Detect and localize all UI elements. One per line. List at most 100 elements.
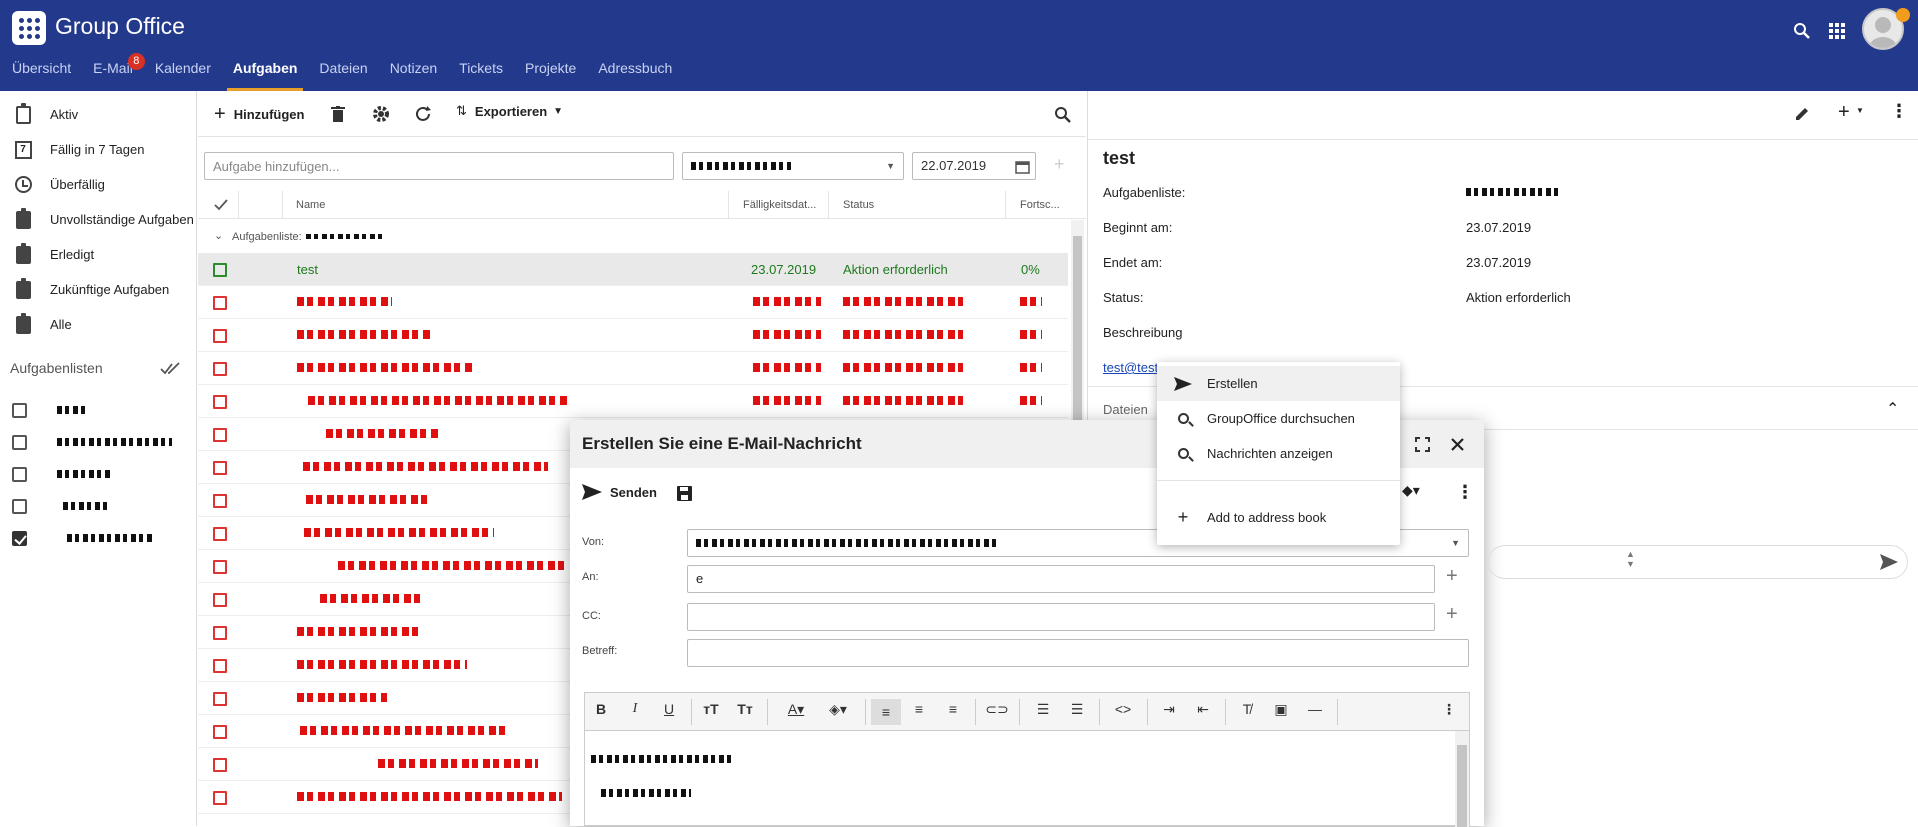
task-list-item[interactable] (12, 527, 155, 549)
attach-icon[interactable]: ◆▾ (1402, 482, 1420, 499)
bullet-list-icon[interactable]: ☰ (1065, 701, 1089, 718)
task-complete-checkbox[interactable] (213, 296, 227, 310)
task-row-selected[interactable]: test 23.07.2019 Aktion erforderlich 0% (198, 253, 1068, 286)
comment-input[interactable] (1488, 545, 1908, 579)
task-complete-checkbox[interactable] (213, 461, 227, 475)
chevron-down-icon[interactable]: ▼ (1856, 106, 1864, 115)
close-icon[interactable] (1450, 437, 1465, 452)
task-row[interactable] (198, 319, 1068, 352)
check-all-icon[interactable] (214, 199, 228, 211)
column-due[interactable]: Fälligkeitsdat... (743, 199, 816, 211)
align-right-icon[interactable]: ≡ (941, 701, 965, 717)
add-plus-icon[interactable]: + (1838, 101, 1850, 124)
menu-item-search-groupoffice[interactable]: GroupOffice durchsuchen (1157, 401, 1400, 436)
align-left-icon[interactable]: ≡ (871, 699, 901, 725)
horizontal-rule-icon[interactable]: — (1303, 701, 1327, 717)
email-link[interactable]: test@test (1103, 360, 1158, 375)
edit-pencil-icon[interactable] (1794, 106, 1810, 122)
task-complete-checkbox[interactable] (213, 659, 227, 673)
filter-unvollstaendig[interactable]: Unvollständige Aufgaben (0, 202, 197, 237)
chevron-up-icon[interactable]: ⌃ (1886, 399, 1899, 419)
add-task-plus-icon[interactable]: + (1054, 154, 1065, 175)
more-vert-icon[interactable]: ⋮ (1456, 482, 1474, 503)
indent-icon[interactable]: ⇥ (1157, 701, 1181, 718)
task-complete-checkbox[interactable] (213, 395, 227, 409)
add-task-input[interactable] (204, 152, 674, 180)
tab-uebersicht[interactable]: Übersicht (12, 59, 71, 91)
task-list-item[interactable] (12, 431, 172, 453)
search-icon[interactable] (1793, 22, 1811, 40)
menu-item-create[interactable]: Erstellen (1157, 366, 1400, 401)
tab-email[interactable]: E-Mail 8 (93, 53, 145, 91)
list-checkbox[interactable] (12, 466, 27, 482)
list-checkbox[interactable] (12, 434, 27, 450)
add-task-button[interactable]: + Hinzufügen (214, 103, 304, 126)
calendar-icon[interactable] (1015, 159, 1030, 174)
underline-icon[interactable]: U (657, 701, 681, 717)
task-complete-checkbox[interactable] (213, 626, 227, 640)
task-row[interactable] (198, 286, 1068, 319)
task-complete-checkbox[interactable] (213, 791, 227, 805)
to-input[interactable]: e (687, 565, 1435, 593)
task-complete-checkbox[interactable] (213, 758, 227, 772)
tab-adressbuch[interactable]: Adressbuch (598, 59, 672, 91)
message-body-editor[interactable] (584, 730, 1470, 827)
text-color-icon[interactable]: A▾ (779, 701, 813, 718)
apps-grid-icon[interactable] (1828, 22, 1846, 40)
tab-kalender[interactable]: Kalender (155, 59, 211, 91)
filter-erledigt[interactable]: Erledigt (0, 237, 197, 272)
font-size-up-icon[interactable]: ᴛT (699, 701, 723, 717)
tab-projekte[interactable]: Projekte (525, 59, 576, 91)
more-vert-icon[interactable]: ⋮ (1890, 101, 1908, 122)
task-complete-checkbox[interactable] (213, 560, 227, 574)
filter-alle[interactable]: Alle (0, 307, 197, 342)
highlight-color-icon[interactable]: ◈▾ (821, 701, 855, 718)
save-icon[interactable] (677, 486, 692, 501)
group-header-row[interactable]: ⌄ Aufgabenliste: (198, 220, 1068, 253)
cc-input[interactable] (687, 603, 1435, 631)
add-cc-plus-icon[interactable]: + (1446, 603, 1458, 626)
filter-zukuenftig[interactable]: Zukünftige Aufgaben (0, 272, 197, 307)
send-comment-icon[interactable] (1880, 554, 1898, 570)
clear-format-icon[interactable]: T̸ (1235, 701, 1259, 717)
refresh-icon[interactable] (414, 105, 432, 123)
tab-aufgaben[interactable]: Aufgaben (226, 59, 303, 91)
task-list-select[interactable]: ▼ (682, 152, 904, 180)
align-center-icon[interactable]: ≡ (907, 701, 931, 717)
list-checkbox[interactable] (12, 498, 27, 514)
editor-scrollbar-thumb[interactable] (1457, 745, 1467, 827)
task-row[interactable] (198, 352, 1068, 385)
spinner-arrows-icon[interactable]: ▲ ▼ (1626, 549, 1635, 569)
menu-item-add-to-address-book[interactable]: + Add to address book (1157, 500, 1400, 535)
bold-icon[interactable]: B (589, 701, 613, 717)
task-row[interactable] (198, 385, 1068, 418)
tab-tickets[interactable]: Tickets (459, 59, 503, 91)
list-checkbox[interactable] (12, 402, 27, 418)
task-complete-checkbox[interactable] (213, 329, 227, 343)
task-complete-checkbox[interactable] (213, 593, 227, 607)
task-complete-checkbox[interactable] (213, 263, 227, 277)
menu-item-show-messages[interactable]: Nachrichten anzeigen (1157, 436, 1400, 471)
more-vert-icon[interactable]: ⋮ (1437, 701, 1461, 718)
add-recipient-plus-icon[interactable]: + (1446, 565, 1458, 588)
notification-bell-icon[interactable] (1896, 8, 1910, 22)
maximize-icon[interactable] (1415, 437, 1430, 452)
font-size-down-icon[interactable]: Tᴛ (733, 701, 757, 717)
outdent-icon[interactable]: ⇤ (1191, 701, 1215, 718)
column-status[interactable]: Status (843, 199, 874, 211)
italic-icon[interactable]: I (623, 701, 647, 717)
trash-icon[interactable] (331, 106, 345, 122)
numbered-list-icon[interactable]: ☰ (1031, 701, 1055, 718)
tab-dateien[interactable]: Dateien (319, 59, 367, 91)
task-complete-checkbox[interactable] (213, 362, 227, 376)
paste-icon[interactable]: ▣ (1269, 701, 1293, 718)
app-logo-icon[interactable] (12, 11, 46, 45)
list-checkbox[interactable] (12, 530, 27, 546)
export-button[interactable]: ⇅ Exportieren ▼ (456, 103, 563, 119)
code-icon[interactable]: <> (1111, 701, 1135, 717)
column-name[interactable]: Name (296, 199, 325, 211)
filter-faellig-7-tage[interactable]: 7 Fällig in 7 Tagen (0, 132, 197, 167)
tab-notizen[interactable]: Notizen (390, 59, 437, 91)
due-date-field[interactable]: 22.07.2019 (912, 152, 1036, 180)
filter-ueberfaellig[interactable]: Überfällig (0, 167, 197, 202)
